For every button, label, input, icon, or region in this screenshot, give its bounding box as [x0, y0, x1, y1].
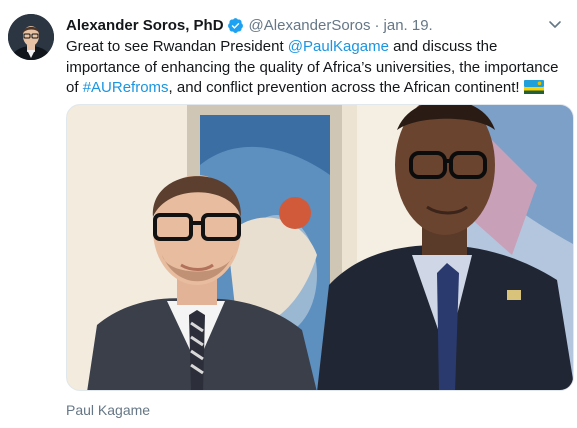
verified-badge-icon [227, 17, 244, 34]
author-handle[interactable]: @AlexanderSoros [249, 17, 371, 34]
media-photo[interactable] [66, 104, 574, 391]
chevron-down-icon[interactable] [547, 16, 563, 32]
tweet-text-part: Great to see Rwandan President [66, 38, 288, 55]
hashtag-link[interactable]: #AURefroms [83, 79, 169, 96]
tweet-header: Alexander Soros, PhD @AlexanderSoros · j… [66, 14, 569, 36]
separator-dot: · [374, 16, 380, 34]
rwanda-flag-emoji [523, 80, 544, 101]
author-name[interactable]: Alexander Soros, PhD [66, 17, 224, 34]
timestamp[interactable]: jan. 19. [384, 17, 433, 34]
tweet-card[interactable]: Alexander Soros, PhD @AlexanderSoros · j… [0, 0, 577, 428]
tweet-text: Great to see Rwandan President @PaulKaga… [66, 37, 566, 101]
avatar[interactable] [8, 14, 54, 60]
tweet-text-part: , and conflict prevention across the Afr… [168, 79, 520, 96]
media-caption: Paul Kagame [66, 402, 151, 418]
mention-link[interactable]: @PaulKagame [288, 38, 389, 55]
